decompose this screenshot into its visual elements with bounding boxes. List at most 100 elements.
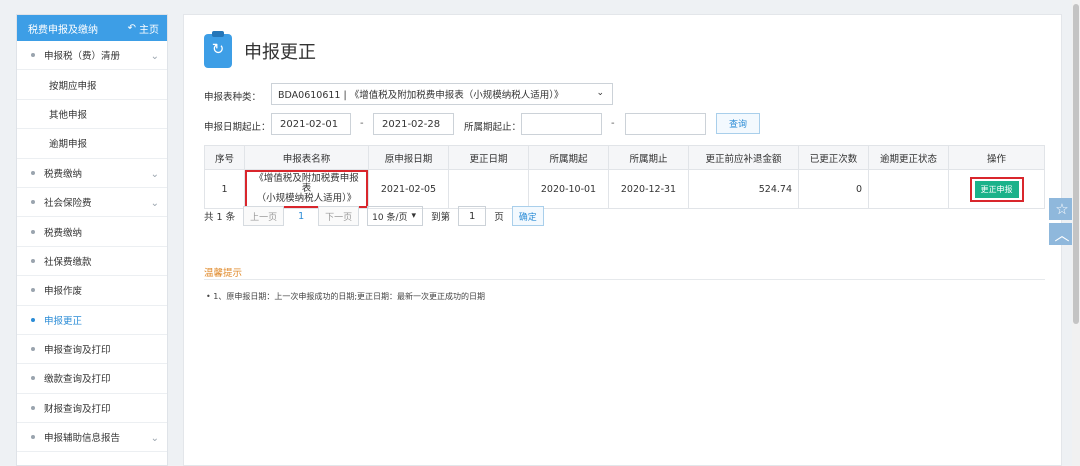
- chevron-down-icon: ⌄: [150, 433, 159, 445]
- sidebar-item[interactable]: 社保费缴款: [17, 247, 167, 277]
- cell-name: 《增值税及附加税费申报表 （小规模纳税人适用）》: [244, 169, 369, 209]
- sidebar-item-label: 税费缴纳: [44, 168, 83, 180]
- column-header: 已更正次数: [798, 145, 869, 170]
- date-label: 申报日期起止：: [204, 122, 271, 133]
- sidebar-item-label: 税费缴纳: [44, 227, 83, 239]
- sidebar-item[interactable]: 按期应申报: [17, 70, 167, 100]
- table-row: 1 《增值税及附加税费申报表 （小规模纳税人适用）》 2021-02-05 20…: [204, 169, 1045, 209]
- cell-overdue-status: [868, 169, 949, 209]
- type-select-value: BDA0610611 | 《增值税及附加税费申报表（小规模纳税人适用）》: [278, 90, 564, 101]
- column-header: 更正前应补退金额: [688, 145, 799, 170]
- sidebar-item[interactable]: 申报查询及打印: [17, 335, 167, 365]
- page-title: 申报更正: [244, 42, 316, 63]
- current-page[interactable]: 1: [292, 211, 310, 222]
- chevron-down-icon: ⌄: [150, 197, 159, 209]
- sidebar-item[interactable]: 申报更正: [17, 306, 167, 335]
- back-arrow-icon: ↶: [127, 22, 136, 34]
- sidebar-header: 税费申报及缴纳 ↶ 主页: [17, 15, 167, 41]
- bullet-icon: [31, 258, 35, 263]
- report-name-line1: 《增值税及附加税费申报表: [254, 173, 359, 194]
- date-separator: -: [360, 118, 364, 129]
- sidebar-item[interactable]: 申报作废: [17, 276, 167, 306]
- cell-orig-date: 2021-02-05: [368, 169, 449, 209]
- cell-corr-date: [448, 169, 529, 209]
- column-header: 所属期起: [528, 145, 609, 170]
- cell-period-start: 2020-10-01: [528, 169, 609, 209]
- sidebar-item-label: 缴款查询及打印: [44, 374, 111, 386]
- bullet-icon: [31, 288, 35, 293]
- clipboard-refresh-icon: ↻: [204, 31, 232, 68]
- column-header: 逾期更正状态: [868, 145, 949, 170]
- sidebar-item-label: 申报更正: [44, 315, 83, 327]
- sidebar-item-label: 社会保险费: [44, 198, 92, 210]
- date-from-input[interactable]: 2021-02-01: [271, 113, 351, 135]
- sidebar-title: 税费申报及缴纳: [28, 24, 98, 36]
- cell-period-end: 2020-12-31: [608, 169, 689, 209]
- sidebar-item-label: 申报辅助信息报告: [44, 433, 121, 445]
- main-panel: ↻ 申报更正 申报表种类： BDA0610611 | 《增值税及附加税费申报表（…: [183, 14, 1062, 466]
- column-header: 原申报日期: [368, 145, 449, 170]
- next-page-button[interactable]: 下一页: [318, 206, 360, 226]
- bullet-icon: [31, 317, 35, 322]
- sidebar-item[interactable]: 其他申报: [17, 100, 167, 130]
- page-unit-label: 页: [494, 212, 504, 223]
- page-size-select[interactable]: 10 条/页 ▾: [367, 206, 424, 226]
- cell-index: 1: [204, 169, 245, 209]
- bullet-icon: [31, 229, 35, 234]
- column-header: 序号: [204, 145, 245, 170]
- prev-page-button[interactable]: 上一页: [243, 206, 285, 226]
- sidebar: 税费申报及缴纳 ↶ 主页 申报税（费）清册 ⌄ 按期应申报 其他申报 逾期申报 税费缴纳 ⌄…: [16, 14, 168, 466]
- goto-confirm-button[interactable]: 确定: [511, 206, 544, 226]
- period-separator: -: [611, 118, 615, 129]
- query-button[interactable]: 查询: [716, 113, 760, 134]
- bullet-icon: [31, 405, 35, 410]
- column-header: 操作: [948, 145, 1045, 170]
- bullet-icon: [31, 170, 35, 175]
- date-from-value: 2021-02-01: [280, 118, 339, 130]
- type-label: 申报表种类：: [204, 92, 262, 103]
- bullet-icon: [31, 200, 35, 205]
- action-highlight: 更正申报: [969, 176, 1024, 202]
- sidebar-item[interactable]: 逾期申报: [17, 129, 167, 159]
- bullet-icon: [31, 376, 35, 381]
- tips-divider: [204, 279, 1045, 280]
- sidebar-item-label: 按期应申报: [49, 80, 97, 92]
- scrollbar[interactable]: [1072, 0, 1080, 466]
- period-to-input[interactable]: [625, 113, 706, 135]
- report-name-line2: （小规模纳税人适用）》: [256, 193, 357, 204]
- period-label: 所属期起止：: [464, 122, 522, 133]
- scrollbar-thumb[interactable]: [1073, 4, 1079, 324]
- home-link[interactable]: ↶ 主页: [128, 21, 159, 36]
- sidebar-item-label: 申报税（费）清册: [44, 51, 121, 63]
- sidebar-menu: 申报税（费）清册 ⌄ 按期应申报 其他申报 逾期申报 税费缴纳 ⌄ 社会保险费 ⌄ 税费缴纳 社保费…: [17, 41, 167, 453]
- chevron-down-icon: ⌄: [150, 168, 159, 180]
- table-header-row: 序号 申报表名称 原申报日期 更正日期 所属期起 所属期止 更正前应补退金额 已更正次数 逾期更…: [204, 145, 1045, 170]
- date-to-input[interactable]: 2021-02-28: [373, 113, 454, 135]
- sidebar-item-label: 其他申报: [49, 109, 88, 121]
- sidebar-item[interactable]: 社会保险费 ⌄: [17, 188, 167, 218]
- sidebar-item[interactable]: 财报查询及打印: [17, 394, 167, 424]
- bullet-icon: [31, 435, 35, 440]
- home-label: 主页: [139, 24, 159, 36]
- sidebar-item-label: 申报查询及打印: [44, 345, 111, 357]
- sidebar-item-label: 社保费缴款: [44, 256, 92, 268]
- sidebar-item-label: 申报作废: [44, 286, 83, 298]
- sidebar-item[interactable]: 缴款查询及打印: [17, 364, 167, 394]
- sidebar-item[interactable]: 税费缴纳: [17, 217, 167, 247]
- period-from-input[interactable]: [521, 113, 602, 135]
- tips-text: • 1、原申报日期：上一次申报成功的日期;更正日期：最新一次更正成功的日期: [206, 292, 486, 301]
- cell-action: 更正申报: [948, 169, 1045, 209]
- sidebar-item[interactable]: 申报税（费）清册 ⌄: [17, 41, 167, 71]
- correct-declaration-button[interactable]: 更正申报: [974, 180, 1019, 198]
- goto-page-input[interactable]: 1: [458, 206, 487, 226]
- bullet-icon: [31, 347, 35, 352]
- result-table: 序号 申报表名称 原申报日期 更正日期 所属期起 所属期止 更正前应补退金额 已更正次数 逾期更…: [204, 145, 1045, 209]
- sidebar-item[interactable]: 申报辅助信息报告 ⌄: [17, 423, 167, 453]
- page-size-value: 10 条/页: [372, 212, 408, 223]
- sidebar-item[interactable]: 税费缴纳 ⌄: [17, 159, 167, 188]
- title-row: ↻ 申报更正: [204, 31, 316, 68]
- report-name-highlight[interactable]: 《增值税及附加税费申报表 （小规模纳税人适用）》: [245, 170, 368, 208]
- pagination: 共 1 条 上一页 1 下一页 10 条/页 ▾ 到第 1 页 确定: [204, 206, 544, 226]
- type-select[interactable]: BDA0610611 | 《增值税及附加税费申报表（小规模纳税人适用）》 ⌄: [271, 83, 613, 105]
- chevron-down-icon: ⌄: [596, 88, 604, 98]
